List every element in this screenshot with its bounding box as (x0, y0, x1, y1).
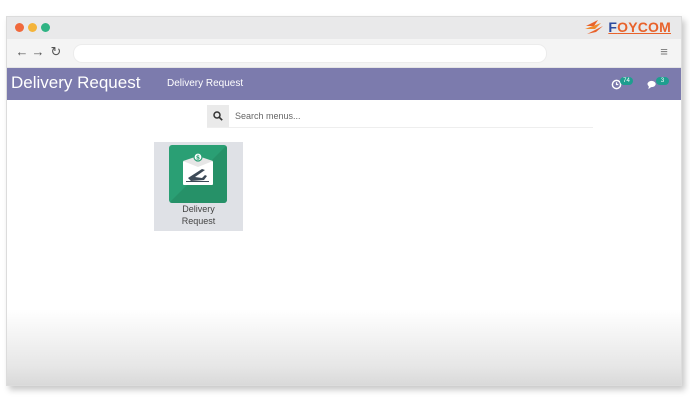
foycom-logo: FOYCOM (583, 17, 671, 37)
browser-navbar: ← → ↻ ≡ (7, 39, 681, 68)
menu-item-delivery-request[interactable]: Delivery Request (167, 78, 243, 89)
app-label-line1: Delivery (182, 204, 215, 214)
forward-arrow-icon[interactable]: → (31, 44, 45, 60)
foycom-logo-mark-icon (585, 20, 604, 34)
close-window-button[interactable] (15, 23, 24, 32)
app-label-line2: Request (181, 216, 216, 226)
delivery-plane-box-icon: $ (169, 145, 227, 203)
browser-titlebar: FOYCOM (7, 17, 681, 39)
activity-count-badge: 74 (620, 77, 633, 85)
maximize-window-button[interactable] (41, 23, 50, 32)
search-button[interactable] (207, 105, 229, 127)
app-tile-delivery-request[interactable]: $ Delivery Request (154, 142, 243, 231)
app-label-delivery-request: Delivery Request (154, 203, 243, 227)
svg-text:$: $ (196, 155, 200, 162)
search-icon (213, 111, 223, 121)
search-menus-input[interactable] (231, 105, 599, 127)
activity-systray[interactable]: 74 (611, 76, 633, 92)
address-bar[interactable] (73, 44, 547, 63)
browser-window: FOYCOM ← → ↻ ≡ Delivery Request Delivery… (6, 16, 682, 386)
reload-icon[interactable]: ↻ (49, 44, 63, 60)
minimize-window-button[interactable] (28, 23, 37, 32)
messages-count-badge: 3 (656, 77, 669, 85)
hamburger-menu-icon[interactable]: ≡ (657, 44, 671, 60)
app-title[interactable]: Delivery Request (11, 73, 140, 93)
back-arrow-icon[interactable]: ← (15, 44, 29, 60)
app-icon-delivery-request: $ (169, 145, 227, 203)
bottom-fade-overlay (7, 309, 681, 385)
menu-search-bar (207, 105, 599, 128)
foycom-logo-text: FOYCOM (608, 19, 671, 35)
app-navbar: Delivery Request Delivery Request 74 3 (7, 68, 681, 100)
messages-systray[interactable]: 3 (647, 76, 669, 92)
